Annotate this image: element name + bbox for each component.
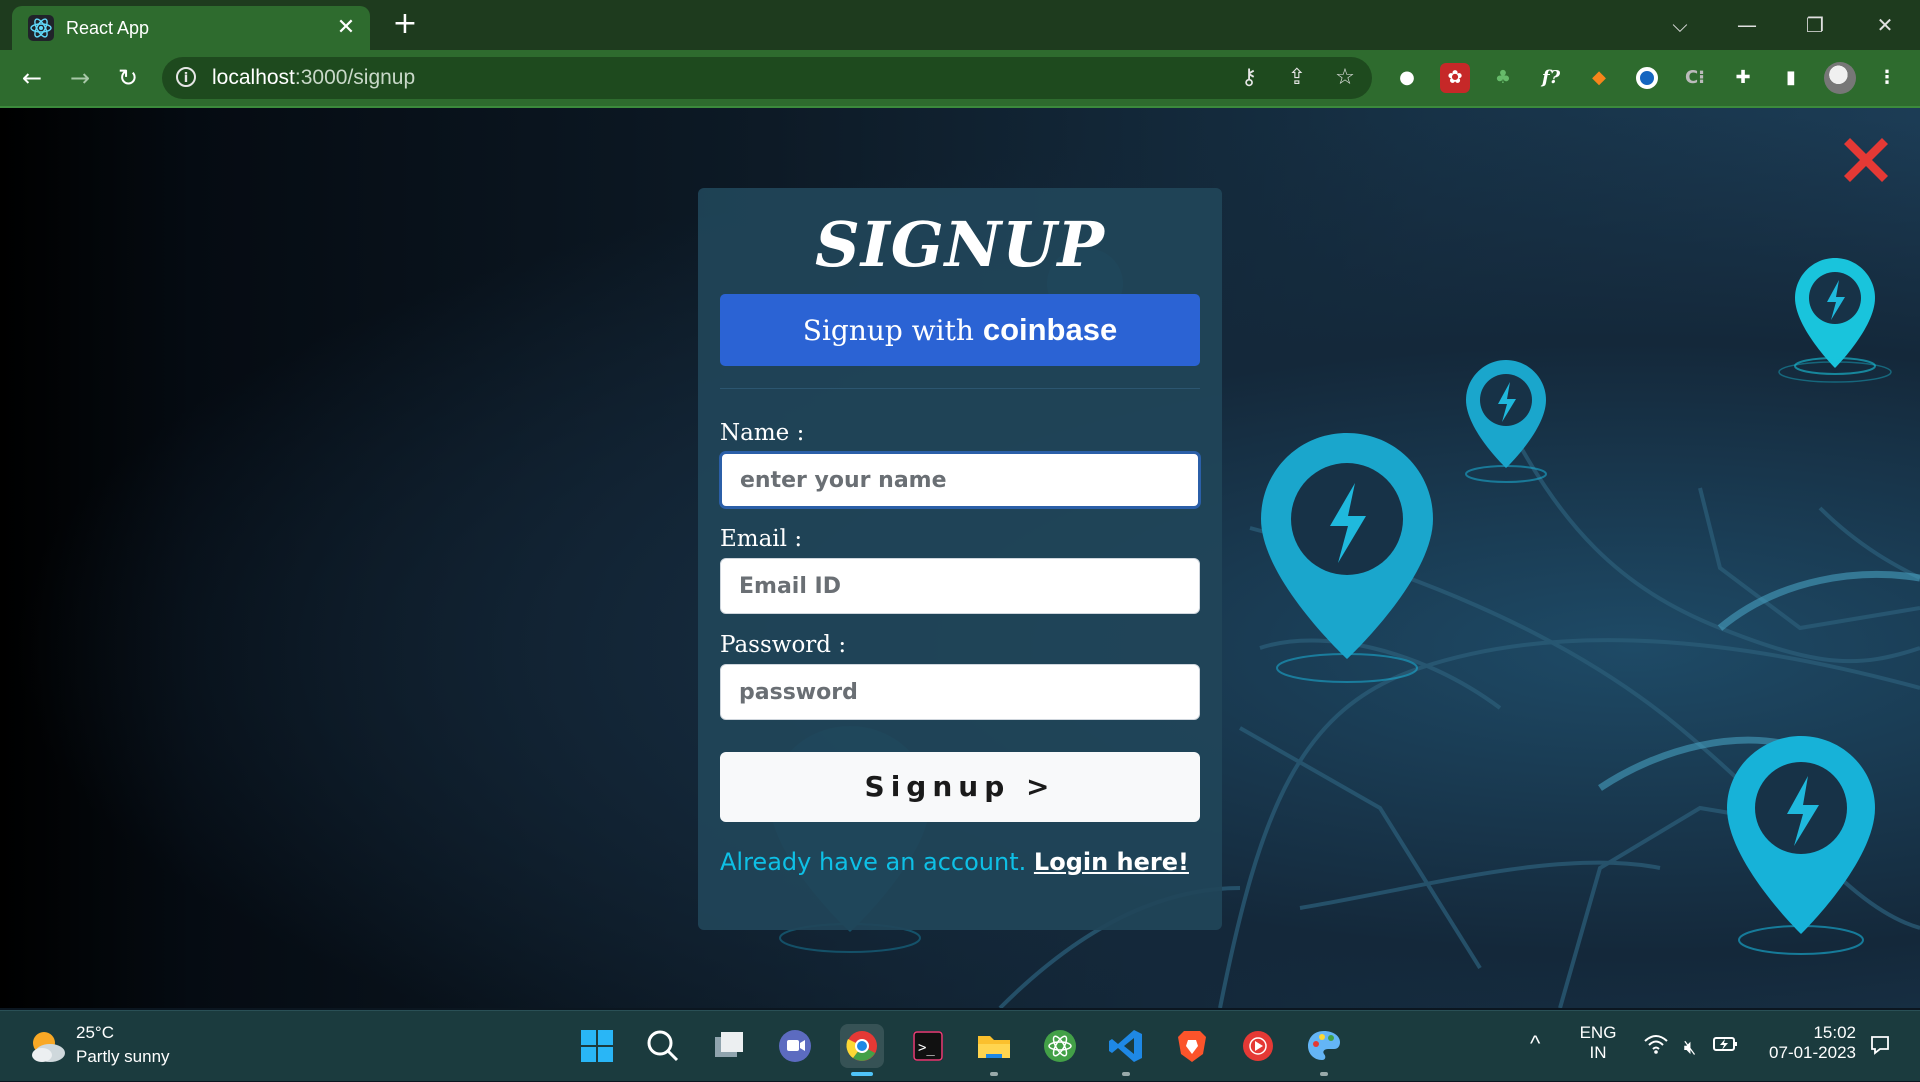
vscode-icon[interactable] [1104, 1024, 1148, 1076]
browser-toolbar: ← → ↻ i localhost:3000/signup ⚷ ⇪ ☆ ● ✿ … [0, 50, 1920, 108]
login-prompt: Already have an account. Login here! [720, 848, 1189, 876]
name-input[interactable] [720, 452, 1200, 508]
map-pin-bottom-right [1727, 736, 1875, 955]
login-prompt-text: Already have an account. [720, 848, 1034, 876]
map-pin-medium [1465, 360, 1547, 483]
signup-page: SIGNUP Signup with coinbase Name : Email… [0, 108, 1920, 1008]
running-app-indicator [1320, 1072, 1328, 1076]
key-icon[interactable]: ⚷ [1234, 63, 1264, 93]
restore-icon[interactable]: ❐ [1795, 10, 1835, 40]
close-icon[interactable] [1836, 130, 1896, 190]
map-pin-large [1261, 433, 1433, 683]
terminal-icon[interactable]: >_ [906, 1024, 950, 1068]
language-code: ENG [1579, 1023, 1617, 1042]
running-app-indicator [990, 1072, 998, 1076]
clock[interactable]: 15:02 07-01-2023 [1762, 1023, 1856, 1063]
coinbase-button-prefix: Signup with [802, 314, 983, 347]
paint-icon[interactable] [1302, 1024, 1346, 1076]
weather-description[interactable]: Partly sunny [76, 1047, 170, 1067]
extensions-icon[interactable]: ✚ [1728, 63, 1758, 93]
react-icon [28, 15, 54, 41]
teams-icon[interactable] [773, 1024, 817, 1068]
extension-tree-icon[interactable]: ♣ [1488, 63, 1518, 93]
running-app-indicator [1122, 1072, 1130, 1076]
profile-avatar[interactable] [1824, 62, 1856, 94]
tab-title: React App [66, 18, 150, 38]
coinbase-logo-text: coinbase [982, 312, 1118, 347]
signup-button[interactable]: Signup > [720, 752, 1200, 822]
svg-text:>_: >_ [918, 1040, 935, 1056]
page-title: SIGNUP [814, 208, 1106, 281]
window-close-icon[interactable]: ✕ [1865, 10, 1905, 40]
notifications-icon[interactable] [1866, 1033, 1894, 1061]
forward-icon[interactable]: → [62, 60, 98, 96]
star-icon[interactable]: ☆ [1330, 63, 1360, 93]
wifi-icon[interactable] [1642, 1033, 1670, 1061]
password-input[interactable] [720, 664, 1200, 720]
email-label: Email : [720, 526, 803, 552]
address-bar[interactable]: i localhost:3000/signup ⚷ ⇪ ☆ [162, 57, 1372, 99]
taskbar: 25°C Partly sunny >_ ^ ENG IN 🔇︎ 15:02 0… [0, 1010, 1920, 1081]
name-label: Name : [720, 420, 805, 446]
share-icon[interactable]: ⇪ [1282, 63, 1312, 93]
tab-close-icon[interactable]: ✕ [334, 16, 358, 40]
signup-with-coinbase-button[interactable]: Signup with coinbase [720, 294, 1200, 366]
url-text[interactable]: localhost:3000/signup [212, 66, 415, 90]
youtube-music-icon[interactable] [1236, 1024, 1280, 1068]
map-pin-top-right [1778, 258, 1892, 383]
search-icon[interactable] [641, 1024, 685, 1068]
new-tab-button[interactable]: + [390, 9, 420, 39]
chrome-icon[interactable] [840, 1024, 884, 1076]
tab-react-app[interactable]: React App ✕ [12, 6, 370, 50]
task-view-icon[interactable] [707, 1024, 751, 1068]
clock-date: 07-01-2023 [1769, 1043, 1856, 1062]
region-code: IN [1589, 1043, 1607, 1062]
extension-fx-icon[interactable]: f? [1536, 63, 1566, 93]
extension-red-icon[interactable]: ✿ [1440, 63, 1470, 93]
language-indicator[interactable]: ENG IN [1578, 1023, 1618, 1063]
back-icon[interactable]: ← [14, 60, 50, 96]
sidepanel-icon[interactable]: ▮ [1776, 63, 1806, 93]
extension-blue-ring-icon[interactable] [1632, 63, 1662, 93]
email-input[interactable] [720, 558, 1200, 614]
tab-search-icon[interactable]: ⌵ [1660, 10, 1700, 40]
signup-card: SIGNUP Signup with coinbase Name : Email… [698, 188, 1222, 930]
login-link[interactable]: Login here! [1034, 848, 1189, 876]
atom-icon[interactable] [1038, 1024, 1082, 1068]
menu-icon[interactable]: ⋮ [1872, 63, 1902, 93]
tray-overflow-icon[interactable]: ^ [1530, 1031, 1540, 1057]
extension-metamask-icon[interactable]: ◆ [1584, 63, 1614, 93]
file-explorer-icon[interactable] [972, 1024, 1016, 1076]
site-info-icon[interactable]: i [176, 67, 196, 87]
partly-sunny-icon [32, 1032, 65, 1062]
extension-c-icon[interactable]: C⁝ [1680, 63, 1710, 93]
active-app-indicator [851, 1072, 873, 1076]
start-icon[interactable] [575, 1024, 619, 1068]
divider [720, 388, 1200, 389]
brave-icon[interactable] [1170, 1024, 1214, 1068]
clock-time: 15:02 [1813, 1023, 1856, 1042]
password-label: Password : [720, 632, 847, 658]
weather-temperature[interactable]: 25°C [76, 1023, 114, 1043]
volume-muted-icon[interactable]: 🔇︎ [1676, 1033, 1704, 1061]
reload-icon[interactable]: ↻ [110, 60, 146, 96]
minimize-icon[interactable]: — [1727, 10, 1767, 40]
extension-grey-icon[interactable]: ● [1392, 63, 1422, 93]
battery-charging-icon[interactable] [1712, 1033, 1740, 1061]
browser-tab-bar: React App ✕ + ⌵ — ❐ ✕ [0, 0, 1920, 50]
